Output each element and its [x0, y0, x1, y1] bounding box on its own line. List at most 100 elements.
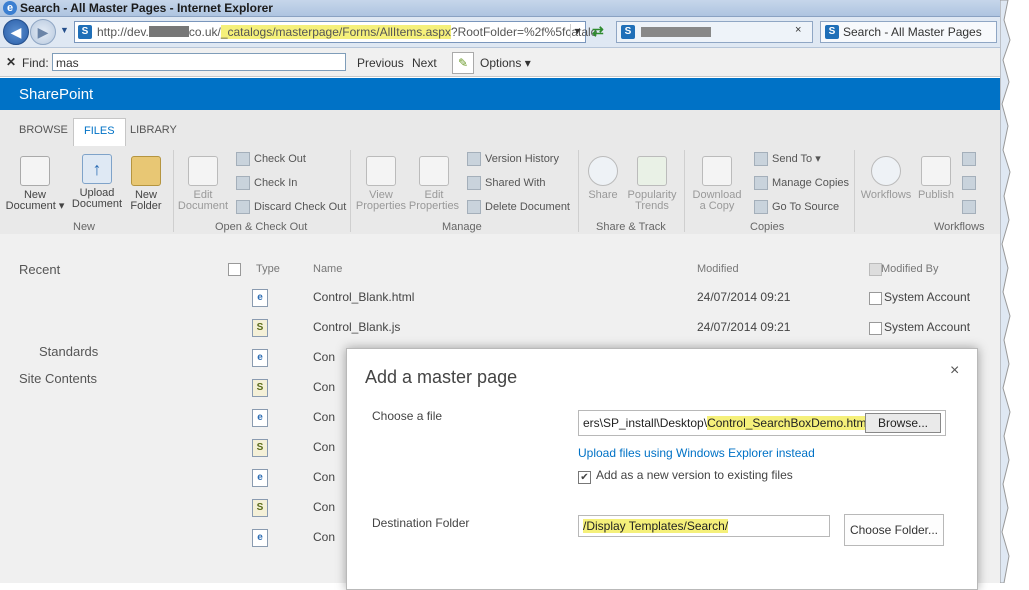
- column-modified[interactable]: Modified: [697, 263, 739, 275]
- version-history-button[interactable]: Version History: [467, 152, 559, 166]
- new-document-icon: [20, 156, 50, 186]
- suite-title[interactable]: SharePoint: [19, 86, 93, 103]
- ribbon-separator: [854, 150, 855, 232]
- view-properties-icon: [366, 156, 396, 186]
- highlight-matches-icon[interactable]: ✎: [452, 52, 474, 74]
- find-next-button[interactable]: Next: [412, 56, 437, 70]
- ribbon-separator: [173, 150, 174, 232]
- row-name[interactable]: Con: [313, 470, 335, 484]
- row-modified-by[interactable]: System Account: [884, 290, 970, 304]
- view-properties-button[interactable]: View Properties: [355, 156, 407, 212]
- check-out-button[interactable]: Check Out: [236, 152, 306, 166]
- ribbon-separator: [350, 150, 351, 232]
- find-input[interactable]: mas: [52, 53, 346, 71]
- manage-copies-button[interactable]: Manage Copies: [754, 176, 849, 190]
- ribbon-separator: [684, 150, 685, 232]
- share-button[interactable]: Share: [583, 156, 623, 201]
- edit-properties-button[interactable]: Edit Properties: [408, 156, 460, 212]
- row-name[interactable]: Con: [313, 380, 335, 394]
- new-document-button[interactable]: New Document ▾: [5, 156, 65, 212]
- check-in-button[interactable]: Check In: [236, 176, 297, 190]
- publish-icon: [921, 156, 951, 186]
- ribbon-separator: [578, 150, 579, 232]
- tab-files[interactable]: FILES: [73, 118, 126, 146]
- refresh-icon[interactable]: ⇄: [592, 23, 604, 40]
- browser-tab-1[interactable]: S ×: [616, 21, 813, 43]
- browse-button[interactable]: Browse...: [865, 413, 941, 433]
- row-name[interactable]: Con: [313, 530, 335, 544]
- recent-pages-dropdown-icon[interactable]: ▼: [60, 25, 69, 35]
- find-bar: ✕ Find: mas Previous Next ✎ Options ▾: [0, 48, 1000, 77]
- nav-standards[interactable]: Standards: [39, 344, 98, 359]
- send-to-button[interactable]: Send To ▾: [754, 152, 821, 167]
- group-copies-label: Copies: [750, 221, 785, 233]
- popularity-trends-icon: [637, 156, 667, 186]
- close-tab-icon[interactable]: ×: [795, 24, 801, 36]
- column-modified-by[interactable]: Modified By: [881, 263, 938, 275]
- row-name[interactable]: Con: [313, 350, 335, 364]
- row-checkbox[interactable]: [869, 292, 882, 305]
- group-manage-label: Manage: [442, 221, 482, 233]
- publish-button[interactable]: Publish: [916, 156, 956, 201]
- discard-check-out-button[interactable]: Discard Check Out: [236, 200, 346, 214]
- edit-document-button[interactable]: Edit Document: [176, 156, 230, 212]
- folder-icon: [131, 156, 161, 186]
- torn-edge-decoration: [999, 0, 1029, 584]
- popularity-trends-button[interactable]: Popularity Trends: [624, 156, 680, 212]
- add-version-checkbox[interactable]: ✔: [578, 471, 591, 484]
- send-to-icon: [754, 152, 768, 167]
- upload-document-button[interactable]: ↑ Upload Document: [70, 154, 124, 210]
- shared-with-button[interactable]: Shared With: [467, 176, 546, 190]
- delete-document-button[interactable]: Delete Document: [467, 200, 570, 214]
- cancel-approval-icon[interactable]: [962, 200, 980, 214]
- address-bar[interactable]: S http://dev. co.uk/_catalogs/masterpage/…: [74, 21, 597, 43]
- sharepoint-site-icon: S: [78, 25, 92, 39]
- column-name[interactable]: Name: [313, 263, 342, 275]
- download-copy-button[interactable]: Download a Copy: [688, 156, 746, 212]
- row-checkbox[interactable]: [869, 322, 882, 335]
- go-to-source-button[interactable]: Go To Source: [754, 200, 839, 214]
- dialog-title: Add a master page: [365, 367, 518, 387]
- nav-site-contents[interactable]: Site Contents: [19, 371, 97, 386]
- find-previous-button[interactable]: Previous: [357, 56, 404, 70]
- html-file-icon: e: [252, 289, 268, 307]
- group-share-label: Share & Track: [596, 221, 666, 233]
- row-name[interactable]: Con: [313, 440, 335, 454]
- html-file-icon: e: [252, 409, 268, 427]
- js-file-icon: S: [252, 379, 268, 397]
- upload-icon: ↑: [82, 154, 112, 184]
- column-type[interactable]: Type: [256, 263, 280, 275]
- workflows-button[interactable]: Workflows: [858, 156, 914, 201]
- nav-recent[interactable]: Recent: [19, 262, 60, 277]
- destination-folder-input[interactable]: /Display Templates/Search/: [578, 515, 830, 537]
- close-find-icon[interactable]: ✕: [6, 55, 16, 69]
- forward-button[interactable]: ▶: [30, 19, 56, 45]
- new-folder-button[interactable]: New Folder: [126, 156, 166, 212]
- sharepoint-tab-icon: S: [621, 25, 635, 39]
- js-file-icon: S: [252, 499, 268, 517]
- choose-folder-button[interactable]: Choose Folder...: [844, 514, 944, 546]
- browser-tab-2[interactable]: S Search - All Master Pages: [820, 21, 997, 43]
- row-modified-by[interactable]: System Account: [884, 320, 970, 334]
- unpublish-icon[interactable]: [962, 152, 980, 166]
- row-modified: 24/07/2014 09:21: [697, 290, 791, 304]
- back-button[interactable]: ◀: [3, 19, 29, 45]
- row-name[interactable]: Con: [313, 500, 335, 514]
- check-out-icon: [236, 152, 250, 166]
- tab-library[interactable]: LIBRARY: [130, 124, 177, 136]
- row-name[interactable]: Control_Blank.js: [313, 320, 400, 334]
- address-dropdown-icon[interactable]: ▼: [570, 24, 584, 38]
- js-file-icon: S: [252, 439, 268, 457]
- upload-explorer-link[interactable]: Upload files using Windows Explorer inst…: [578, 446, 815, 460]
- row-name[interactable]: Control_Blank.html: [313, 290, 414, 304]
- close-dialog-icon[interactable]: ×: [950, 362, 959, 380]
- file-path-input[interactable]: ers\SP_install\Desktop\Control_SearchBox…: [578, 410, 946, 436]
- find-options-button[interactable]: Options ▾: [480, 56, 531, 70]
- row-name[interactable]: Con: [313, 410, 335, 424]
- find-label: Find:: [22, 56, 49, 70]
- share-icon: [588, 156, 618, 186]
- approve-icon[interactable]: [962, 176, 980, 190]
- choose-file-label: Choose a file: [372, 409, 443, 423]
- tab-browse[interactable]: BROWSE: [19, 124, 68, 136]
- select-all-checkbox[interactable]: [228, 263, 241, 276]
